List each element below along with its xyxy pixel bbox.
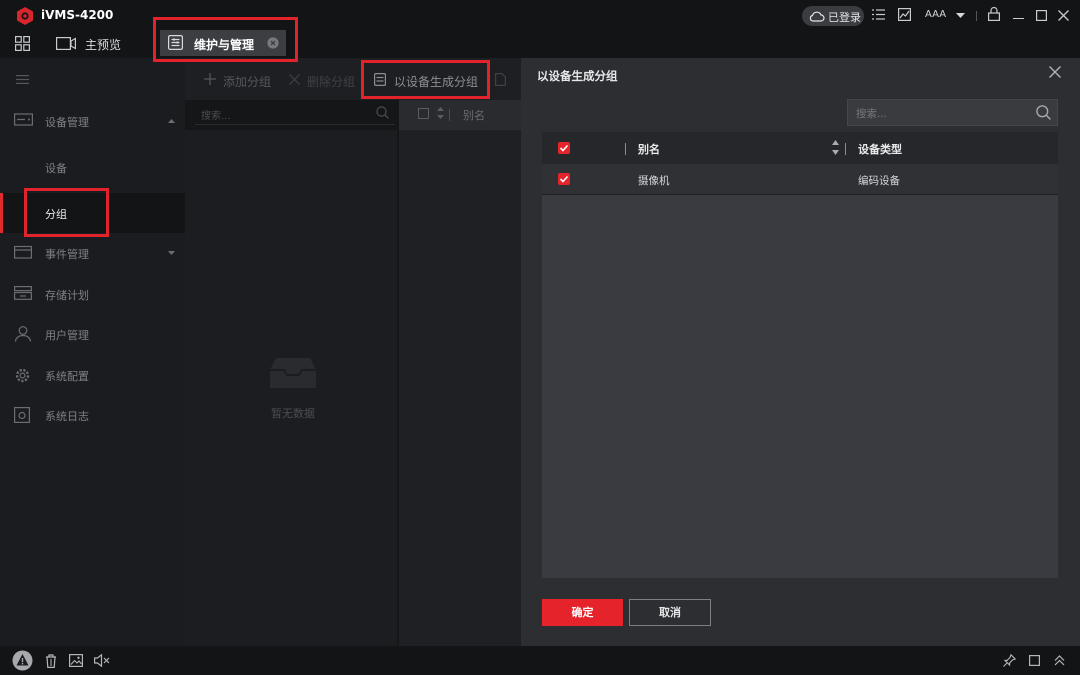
tab-main-preview[interactable]: 主预览 xyxy=(85,36,121,53)
login-status-button[interactable]: 已登录 xyxy=(802,6,864,26)
annotation-box-create-group xyxy=(361,60,490,99)
sidebar-item-label: 系统配置 xyxy=(45,370,89,383)
storage-schedule-icon xyxy=(14,286,32,300)
mute-icon[interactable] xyxy=(94,654,110,667)
sidebar-item-label: 存储计划 xyxy=(45,289,89,302)
alias-column-header: 别名 xyxy=(463,109,485,122)
row-checkbox[interactable] xyxy=(558,173,570,185)
dialog-device-table xyxy=(542,132,1058,578)
sidebar-item-label: 设备 xyxy=(45,162,67,175)
monitor-chart-icon[interactable] xyxy=(898,8,911,21)
sidebar-item-user-management[interactable]: 用户管理 xyxy=(0,314,185,354)
maximize-icon[interactable] xyxy=(1036,10,1047,21)
add-group-button[interactable]: 添加分组 xyxy=(223,73,271,90)
expand-up-icon[interactable] xyxy=(1054,655,1065,666)
group-search-placeholder: 搜索... xyxy=(201,111,231,122)
camera-preview-icon xyxy=(56,37,76,50)
device-type-column-header[interactable]: 设备类型 xyxy=(858,141,902,157)
task-list-icon[interactable] xyxy=(872,8,885,21)
device-table xyxy=(399,100,521,646)
device-management-icon xyxy=(14,113,33,126)
sidebar-item-device[interactable]: 设备 xyxy=(0,147,185,187)
user-icon xyxy=(14,326,32,342)
confirm-button[interactable]: 确定 xyxy=(542,599,623,626)
sidebar-item-label: 系统日志 xyxy=(45,410,89,423)
cancel-button[interactable]: 取消 xyxy=(629,599,711,626)
sort-icon[interactable] xyxy=(832,139,839,156)
check-icon xyxy=(559,175,569,183)
delete-icon xyxy=(289,74,300,85)
dialog-search-input[interactable]: 搜索... xyxy=(847,99,1058,126)
status-bar xyxy=(0,646,1080,675)
fullscreen-icon[interactable] xyxy=(1029,655,1040,666)
column-separator xyxy=(449,109,450,121)
dialog-title: 以设备生成分组 xyxy=(537,69,618,83)
titlebar-divider xyxy=(976,11,977,21)
import-icon xyxy=(495,73,506,86)
sidebar-item-label: 设备管理 xyxy=(45,116,89,129)
check-icon xyxy=(559,144,569,152)
user-name[interactable]: AAA xyxy=(925,9,946,20)
close-icon[interactable] xyxy=(1049,66,1061,78)
search-icon[interactable] xyxy=(1036,105,1051,120)
image-icon[interactable] xyxy=(69,654,83,667)
user-dropdown-icon[interactable] xyxy=(956,13,965,19)
chevron-down-icon xyxy=(168,251,175,255)
cloud-icon xyxy=(809,11,825,22)
sidebar-item-label: 事件管理 xyxy=(45,248,89,261)
pin-icon[interactable] xyxy=(1003,654,1016,667)
row-device-type: 编码设备 xyxy=(858,175,900,187)
sidebar-item-system-log[interactable]: 系统日志 xyxy=(0,395,185,435)
select-all-checkbox[interactable] xyxy=(418,108,429,119)
column-separator xyxy=(625,143,626,155)
sidebar-item-system-config[interactable]: 系统配置 xyxy=(0,355,185,395)
trash-icon[interactable] xyxy=(45,654,57,668)
alarm-warning-icon[interactable] xyxy=(12,650,33,671)
chevron-up-icon xyxy=(168,119,175,123)
sidebar-item-event-management[interactable]: 事件管理 xyxy=(0,233,185,273)
annotation-box-group xyxy=(24,188,109,237)
app-title: iVMS-4200 xyxy=(41,8,114,22)
row-alias: 摄像机 xyxy=(638,175,670,187)
lock-icon[interactable] xyxy=(988,7,1000,21)
selected-indicator xyxy=(0,193,3,233)
empty-box-icon xyxy=(268,356,318,390)
sidebar-item-device-management[interactable]: 设备管理 xyxy=(0,101,185,141)
add-icon xyxy=(204,73,216,85)
login-status-label: 已登录 xyxy=(828,11,861,24)
column-separator xyxy=(845,143,846,155)
app-grid-icon[interactable] xyxy=(15,36,30,51)
empty-state-label: 暂无数据 xyxy=(271,407,315,420)
minimize-icon[interactable] xyxy=(1013,18,1024,20)
sidebar-item-storage-schedule[interactable]: 存储计划 xyxy=(0,274,185,314)
app-logo-icon xyxy=(16,7,34,25)
sort-icon[interactable] xyxy=(437,106,444,120)
sidebar-item-label: 用户管理 xyxy=(45,329,89,342)
gear-icon xyxy=(15,368,30,383)
group-search-input[interactable]: 搜索... xyxy=(195,103,395,125)
alias-column-header[interactable]: 别名 xyxy=(638,141,660,157)
dialog-search-placeholder: 搜索... xyxy=(856,108,888,120)
select-all-checkbox[interactable] xyxy=(558,142,570,154)
delete-group-button[interactable]: 删除分组 xyxy=(307,73,355,90)
dialog-table-header xyxy=(542,132,1058,164)
table-row[interactable] xyxy=(542,164,1058,195)
search-icon xyxy=(376,106,389,119)
close-window-icon[interactable] xyxy=(1058,10,1069,21)
log-icon xyxy=(14,407,30,423)
event-management-icon xyxy=(14,245,32,259)
menu-collapse-icon[interactable] xyxy=(16,75,29,84)
annotation-box-tab xyxy=(153,17,298,62)
